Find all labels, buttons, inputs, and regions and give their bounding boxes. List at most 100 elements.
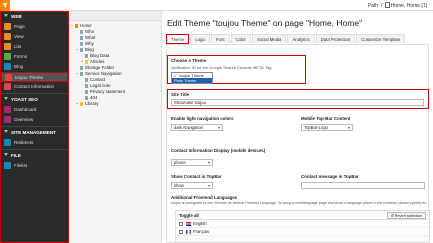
- module-group[interactable]: WEB: [1, 12, 68, 22]
- module-item-label: Contact Information: [14, 84, 55, 89]
- breadcrumb: Path: / Home, Home [1]: [368, 2, 427, 9]
- module-item[interactable]: Contact Information: [1, 82, 68, 92]
- tree-node-label: Who: [85, 29, 95, 34]
- module-item[interactable]: Forms: [1, 52, 68, 62]
- tab-data-protection[interactable]: Data Protection: [315, 34, 356, 43]
- language-row-english[interactable]: English: [176, 220, 429, 228]
- module-group[interactable]: SITE MANAGEMENT: [1, 128, 68, 138]
- page-icon: [85, 96, 88, 100]
- page-icon: [80, 66, 83, 70]
- france-flag-icon: [186, 230, 191, 234]
- page-icon: [85, 84, 88, 88]
- module-icon: [4, 63, 11, 70]
- tree-node-label: Storage Folder: [85, 65, 115, 70]
- page-icon: [80, 30, 83, 34]
- module-group[interactable]: YOAST SEO: [1, 95, 68, 105]
- tree-node-label: What: [85, 35, 96, 40]
- module-group[interactable]: FILE: [1, 151, 68, 161]
- module-icon: [4, 139, 11, 146]
- module-item-label: List: [14, 44, 22, 49]
- module-group-label: FILE: [11, 153, 21, 158]
- tab-theme[interactable]: Theme: [166, 34, 190, 44]
- tree-node-label: Legal note: [90, 83, 111, 88]
- module-item[interactable]: Redirects: [1, 138, 68, 148]
- english-checkbox[interactable]: [179, 222, 183, 226]
- module-item-label: Filelist: [14, 163, 28, 168]
- languages-description: toujou is configured to use German as de…: [171, 201, 426, 205]
- module-item[interactable]: Overview: [1, 115, 68, 125]
- module-item[interactable]: Blog: [1, 62, 68, 72]
- page-title: Edit Theme "toujou Theme" on page "Home,…: [167, 18, 363, 28]
- left-nav-select[interactable]: dark Navigation: [171, 124, 223, 131]
- module-icon: [4, 43, 11, 50]
- tab-color[interactable]: Color: [230, 34, 251, 43]
- page-icon: [85, 78, 88, 82]
- typo3-logo[interactable]: [0, 0, 10, 11]
- page-icon: [85, 90, 88, 94]
- tab-logo[interactable]: Logo: [190, 34, 210, 43]
- module-item[interactable]: Dashboard: [1, 105, 68, 115]
- module-item-label: Page: [14, 24, 25, 29]
- top-bar: Path: / Home, Home [1]: [0, 0, 433, 11]
- module-group-label: YOAST SEO: [11, 97, 38, 102]
- french-checkbox[interactable]: [179, 230, 183, 234]
- module-item[interactable]: toujou Theme: [1, 72, 68, 82]
- page-tree-toolbar: [69, 11, 161, 21]
- page-icon: [75, 24, 78, 28]
- site-title-section: Site Title Showcase toujou: [167, 89, 429, 109]
- tree-node[interactable]: + Library: [69, 101, 161, 107]
- contact-display-label: Contact Information Display (mobile devi…: [171, 148, 266, 153]
- page-icon: [80, 102, 83, 106]
- tree-node-label: Blog: [85, 47, 94, 52]
- caret-down-icon: [4, 14, 8, 17]
- site-title-input[interactable]: Showcase toujou: [171, 99, 424, 106]
- tree-node-label: Service Navigation: [85, 71, 122, 76]
- contact-message-input[interactable]: [301, 182, 425, 189]
- choose-theme-description: Verification ID for the Google Search Co…: [171, 65, 272, 70]
- tree-node-label: Blog Data: [90, 53, 110, 58]
- contact-display-select[interactable]: phone: [171, 159, 213, 166]
- page-icon: [80, 36, 83, 40]
- language-row-french[interactable]: Français: [176, 228, 429, 236]
- main-content: Edit Theme "toujou Theme" on page "Home,…: [162, 11, 433, 243]
- page-tree: − Home Who What Why − Blog Blog Data + Articles St…: [69, 11, 162, 243]
- theme-option-plain[interactable]: Plain Theme: [172, 78, 212, 83]
- module-item[interactable]: List: [1, 42, 68, 52]
- caret-down-icon: [4, 153, 8, 156]
- module-item[interactable]: View: [1, 32, 68, 42]
- menu-divider: [1, 149, 68, 150]
- theme-options-list[interactable]: ✓ toujou Theme Plain Theme: [171, 72, 213, 84]
- mobile-topbar-select[interactable]: TopBar-Logo: [301, 124, 353, 131]
- choose-theme-section: Choose a Theme Verification ID for the G…: [167, 55, 306, 84]
- tab-analytics[interactable]: Analytics: [287, 34, 315, 43]
- module-item[interactable]: Page: [1, 22, 68, 32]
- languages-header: Toggle all ↺ Revert selection: [176, 211, 429, 220]
- tab-social-media[interactable]: Social Media: [251, 34, 287, 43]
- tab-font[interactable]: Font: [210, 34, 230, 43]
- revert-selection-button[interactable]: ↺ Revert selection: [386, 212, 426, 219]
- contact-topbar-select[interactable]: show: [171, 182, 213, 189]
- module-item-label: Overview: [14, 117, 34, 122]
- languages-label: Additional Frontend Languages: [171, 195, 238, 200]
- caret-down-icon: [4, 130, 8, 133]
- page-icon: [80, 48, 83, 52]
- module-item-label: Forms: [14, 54, 28, 59]
- module-item-label: Redirects: [14, 140, 34, 145]
- breadcrumb-current[interactable]: Home, Home [1]: [391, 3, 427, 9]
- uk-flag-icon: [186, 222, 191, 226]
- contact-message-label: Contact message in TopBar: [301, 174, 359, 179]
- page-icon: [80, 72, 83, 76]
- module-item[interactable]: Filelist: [1, 161, 68, 171]
- module-item-label: View: [14, 34, 24, 39]
- page-icon: [85, 60, 88, 64]
- choose-theme-label: Choose a Theme: [171, 58, 207, 63]
- toggle-all-label[interactable]: Toggle all: [179, 213, 199, 218]
- theme-panel: Choose a Theme Verification ID for the G…: [166, 44, 430, 243]
- tree-node-label: Home: [80, 23, 92, 28]
- tab-customize-template[interactable]: Customize Template: [356, 34, 406, 43]
- caret-down-icon: [4, 97, 8, 100]
- tree-node-label: Library: [85, 101, 99, 106]
- module-item-label: Blog: [14, 64, 24, 69]
- module-group-label: SITE MANAGEMENT: [11, 130, 56, 135]
- mobile-topbar-label: Mobile Top-Bar Content: [301, 116, 351, 121]
